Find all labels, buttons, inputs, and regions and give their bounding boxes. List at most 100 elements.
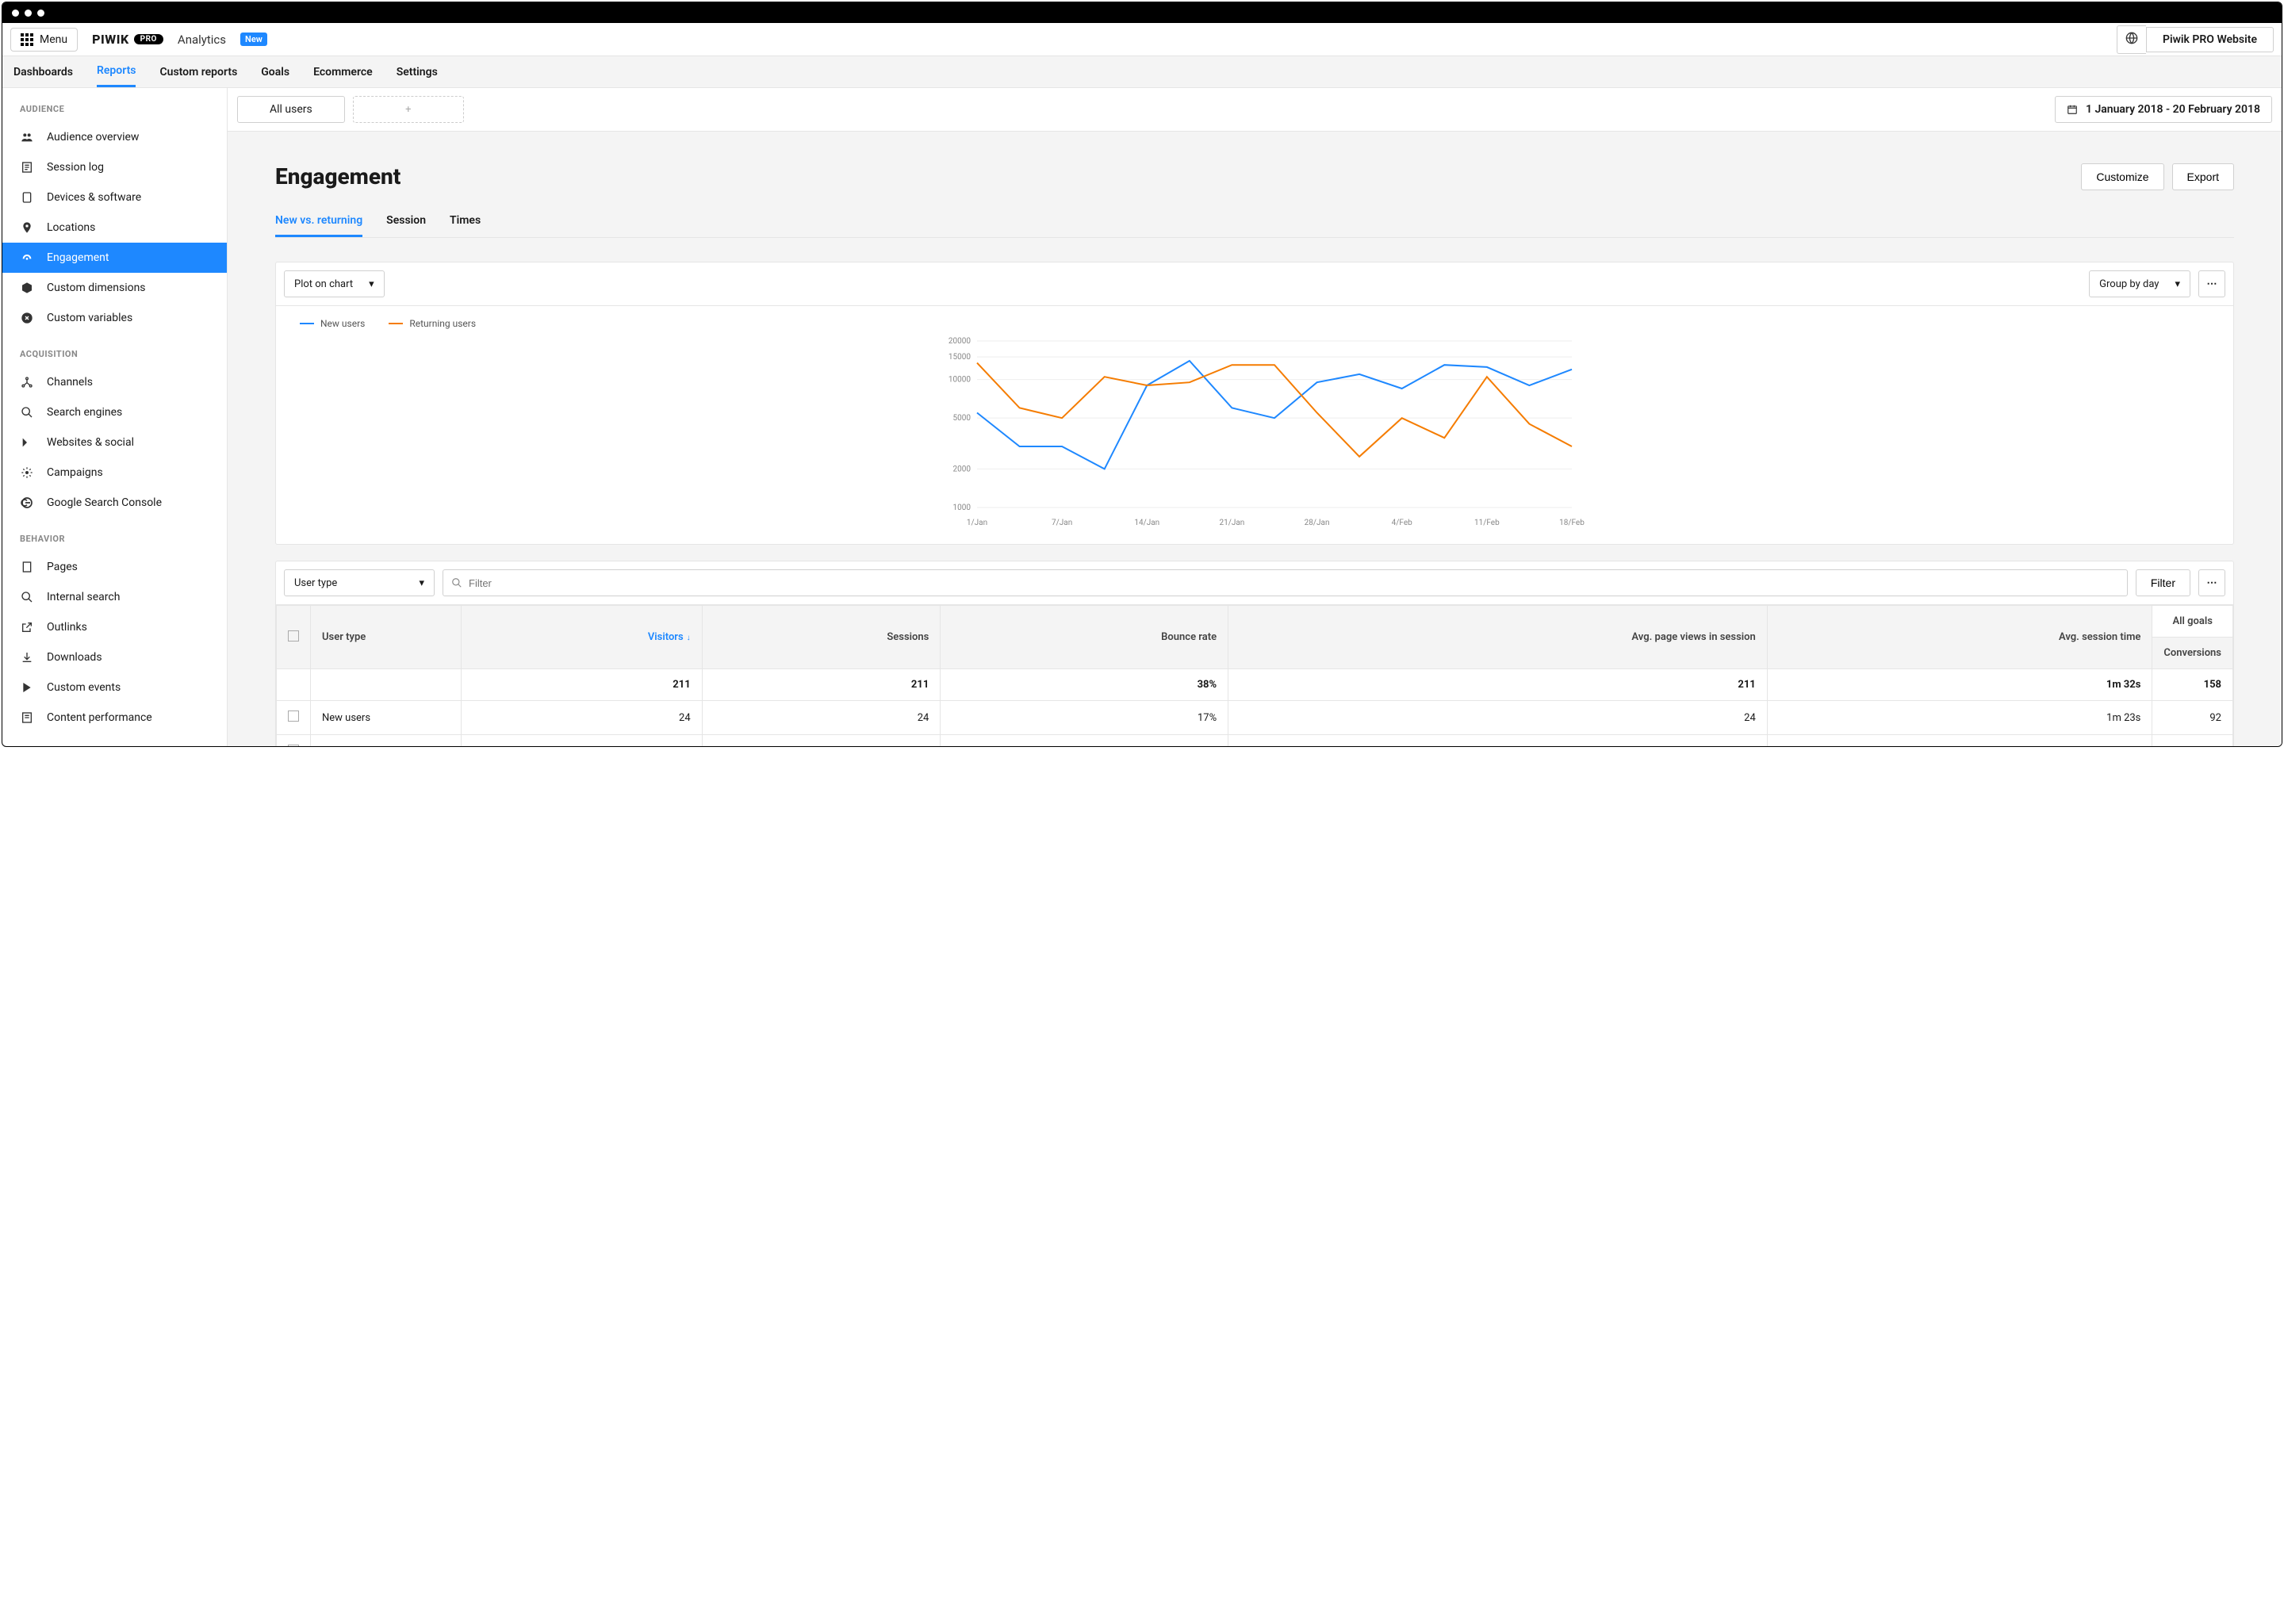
add-segment-button[interactable]: +	[353, 96, 464, 123]
sidebar-item-channels[interactable]: Channels	[2, 367, 227, 397]
nav-ecommerce[interactable]: Ecommerce	[313, 58, 373, 86]
sidebar-item-locations[interactable]: Locations	[2, 213, 227, 243]
nav-goals[interactable]: Goals	[261, 58, 289, 86]
table-row: Returning users212116%212m 15s74	[277, 735, 2233, 747]
th-visitors[interactable]: Visitors↓	[462, 606, 703, 669]
chevron-down-icon: ▾	[369, 278, 374, 290]
svg-text:2000: 2000	[953, 465, 971, 473]
th-avg-page-views-in-session[interactable]: Avg. page views in session	[1228, 606, 1768, 669]
th-user-type[interactable]: User type	[311, 606, 462, 669]
sidebar-item-label: Websites & social	[47, 436, 134, 449]
export-button[interactable]: Export	[2172, 163, 2234, 190]
report-tabs: New vs. returning Session Times	[275, 206, 2234, 238]
filter-input[interactable]	[469, 570, 2119, 596]
sidebar-item-content-performance[interactable]: Content performance	[2, 703, 227, 733]
svg-text:10000: 10000	[948, 376, 971, 385]
tab-new-vs-returning[interactable]: New vs. returning	[275, 206, 362, 237]
sidebar-item-engagement[interactable]: Engagement	[2, 243, 227, 273]
filter-input-wrap[interactable]	[443, 569, 2128, 596]
sidebar-heading-audience: AUDIENCE	[2, 88, 227, 122]
row-checkbox[interactable]	[288, 710, 299, 722]
site-selector[interactable]: Piwik PRO Website	[2146, 27, 2274, 52]
table-more-button[interactable]: ⋯	[2198, 569, 2225, 596]
sidebar-item-downloads[interactable]: Downloads	[2, 642, 227, 672]
sidebar-item-internal-search[interactable]: Internal search	[2, 582, 227, 612]
sidebar-item-label: Channels	[47, 376, 93, 389]
traffic-light-minimize[interactable]	[25, 10, 32, 17]
chart-panel: Plot on chart ▾ Group by day ▾ ⋯ New	[275, 262, 2234, 545]
main-content: All users + 1 January 2018 - 20 February…	[228, 88, 2282, 746]
traffic-light-close[interactable]	[12, 10, 19, 17]
data-table: User typeVisitors↓SessionsBounce rateAvg…	[276, 605, 2233, 746]
th-sessions[interactable]: Sessions	[702, 606, 941, 669]
sidebar-item-devices-software[interactable]: Devices & software	[2, 182, 227, 213]
filters-bar: All users + 1 January 2018 - 20 February…	[228, 88, 2282, 132]
sidebar-item-custom-dimensions[interactable]: Custom dimensions	[2, 273, 227, 303]
svg-text:18/Feb: 18/Feb	[1559, 519, 1585, 527]
sidebar-item-pages[interactable]: Pages	[2, 552, 227, 582]
custom-events-icon	[20, 680, 34, 695]
sidebar-item-search-engines[interactable]: Search engines	[2, 397, 227, 427]
filter-button[interactable]: Filter	[2136, 569, 2190, 596]
traffic-light-zoom[interactable]	[37, 10, 44, 17]
th-all-goals[interactable]: All goals	[2152, 606, 2233, 638]
window-titlebar	[2, 2, 2282, 23]
user-type-dropdown[interactable]: User type ▾	[284, 569, 435, 596]
content-performance-icon	[20, 710, 34, 725]
date-range-picker[interactable]: 1 January 2018 - 20 February 2018	[2055, 96, 2272, 123]
svg-text:15000: 15000	[948, 353, 971, 362]
nav-custom-reports[interactable]: Custom reports	[159, 58, 237, 86]
svg-text:4/Feb: 4/Feb	[1392, 519, 1412, 527]
svg-text:20000: 20000	[948, 337, 971, 346]
plot-on-chart-dropdown[interactable]: Plot on chart ▾	[284, 270, 385, 297]
sidebar-item-label: Outlinks	[47, 621, 87, 634]
logo: PIWIK PRO	[92, 32, 163, 47]
tab-session[interactable]: Session	[386, 206, 426, 237]
session-log-icon	[20, 160, 34, 174]
sidebar-item-session-log[interactable]: Session log	[2, 152, 227, 182]
nav-reports[interactable]: Reports	[97, 56, 136, 87]
chevron-down-icon: ▾	[419, 577, 424, 589]
menu-button[interactable]: Menu	[10, 28, 78, 52]
sidebar-item-custom-events[interactable]: Custom events	[2, 672, 227, 703]
tab-times[interactable]: Times	[450, 206, 481, 237]
downloads-icon	[20, 650, 34, 665]
sidebar-heading-behavior: BEHAVIOR	[2, 518, 227, 552]
sidebar-item-audience-overview[interactable]: Audience overview	[2, 122, 227, 152]
search-icon	[451, 577, 462, 588]
sidebar-item-campaigns[interactable]: Campaigns	[2, 458, 227, 488]
sidebar-item-websites-social[interactable]: Websites & social	[2, 427, 227, 458]
locations-icon	[20, 220, 34, 235]
sidebar-item-label: Locations	[47, 221, 95, 234]
th-bounce-rate[interactable]: Bounce rate	[941, 606, 1228, 669]
sidebar-item-outlinks[interactable]: Outlinks	[2, 612, 227, 642]
page-title: Engagement	[275, 163, 400, 190]
row-checkbox[interactable]	[288, 745, 299, 746]
search-engines-icon	[20, 405, 34, 419]
customize-button[interactable]: Customize	[2081, 163, 2163, 190]
channels-icon	[20, 375, 34, 389]
svg-text:28/Jan: 28/Jan	[1305, 519, 1330, 527]
custom-variables-icon	[20, 311, 34, 325]
site-selector-icon[interactable]	[2117, 25, 2146, 54]
svg-text:11/Feb: 11/Feb	[1474, 519, 1500, 527]
select-all-checkbox[interactable]	[288, 630, 299, 642]
group-by-dropdown[interactable]: Group by day ▾	[2089, 270, 2190, 297]
custom-dimensions-icon	[20, 281, 34, 295]
sidebar-item-label: Audience overview	[47, 131, 139, 144]
nav-settings[interactable]: Settings	[397, 58, 438, 86]
chart-more-button[interactable]: ⋯	[2198, 270, 2225, 297]
sort-desc-icon: ↓	[687, 634, 691, 642]
sidebar-item-google-search-console[interactable]: Google Search Console	[2, 488, 227, 518]
svg-text:14/Jan: 14/Jan	[1134, 519, 1159, 527]
sidebar-item-custom-variables[interactable]: Custom variables	[2, 303, 227, 333]
chart-legend: New usersReturning users	[292, 314, 2217, 333]
legend-new-users: New users	[300, 318, 365, 329]
nav-dashboards[interactable]: Dashboards	[13, 58, 73, 86]
svg-text:21/Jan: 21/Jan	[1219, 519, 1244, 527]
campaigns-icon	[20, 465, 34, 480]
segment-all-users[interactable]: All users	[237, 96, 345, 123]
sidebar: AUDIENCE Audience overview Session logDevi…	[2, 88, 228, 746]
th-avg-session-time[interactable]: Avg. session time	[1767, 606, 2152, 669]
th-conversions[interactable]: Conversions	[2152, 638, 2233, 669]
